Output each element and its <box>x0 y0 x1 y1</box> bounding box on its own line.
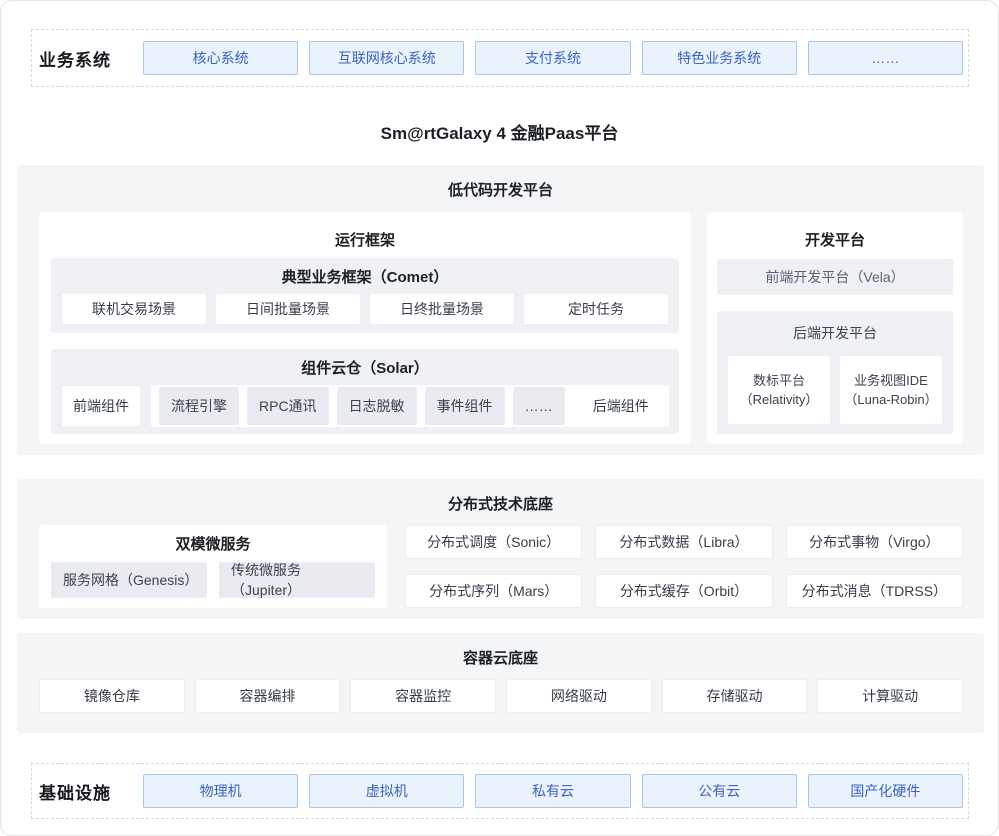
infrastructure-boxes: 物理机 虚拟机 私有云 公有云 国产化硬件 <box>143 774 963 808</box>
comet-card: 日间批量场景 <box>215 293 361 325</box>
backend-card-code: （Luna-Robin） <box>844 390 937 409</box>
backend-card-name: 数标平台 <box>753 371 805 390</box>
back-component-label: 后端组件 <box>573 396 669 416</box>
comet-card: 日终批量场景 <box>369 293 515 325</box>
distributed-services-grid: 分布式调度（Sonic） 分布式数据（Libra） 分布式事物（Virgo） 分… <box>405 525 963 608</box>
container-cards-row: 镜像仓库 容器编排 容器监控 网络驱动 存储驱动 计算驱动 <box>39 679 963 713</box>
comet-framework-title: 典型业务框架（Comet） <box>51 258 679 287</box>
business-system-box: 支付系统 <box>475 41 630 75</box>
distributed-card: 分布式序列（Mars） <box>405 574 582 608</box>
lowcode-section-title: 低代码开发平台 <box>17 165 984 200</box>
container-card: 网络驱动 <box>506 679 652 713</box>
platform-title: Sm@rtGalaxy 4 金融Paas平台 <box>1 119 998 144</box>
comet-framework-panel: 典型业务框架（Comet） 联机交易场景 日间批量场景 日终批量场景 定时任务 <box>51 258 679 333</box>
backend-card-relativity: 数标平台 （Relativity） <box>727 355 831 425</box>
infrastructure-box: 国产化硬件 <box>808 774 963 808</box>
container-card: 容器监控 <box>350 679 496 713</box>
solar-chips-strip: 流程引擎 RPC通讯 日志脱敏 事件组件 …… 后端组件 <box>151 385 669 427</box>
infrastructure-band: 基础设施 物理机 虚拟机 私有云 公有云 国产化硬件 <box>31 763 969 819</box>
comet-card: 定时任务 <box>523 293 669 325</box>
backend-card-code: （Relativity） <box>740 390 819 409</box>
distributed-card: 分布式数据（Libra） <box>595 525 772 559</box>
solar-chip: 日志脱敏 <box>337 387 417 425</box>
distributed-card: 分布式缓存（Orbit） <box>595 574 772 608</box>
comet-card: 联机交易场景 <box>61 293 207 325</box>
dual-mode-microservice-panel: 双模微服务 服务网格（Genesis） 传统微服务（Jupiter） <box>39 525 387 608</box>
infrastructure-box: 物理机 <box>143 774 298 808</box>
container-card: 计算驱动 <box>817 679 963 713</box>
distributed-base-section: 分布式技术底座 双模微服务 服务网格（Genesis） 传统微服务（Jupite… <box>17 479 984 619</box>
backend-platform-panel: 后端开发平台 数标平台 （Relativity） 业务视图IDE （Luna-R… <box>717 311 953 434</box>
infrastructure-box: 虚拟机 <box>309 774 464 808</box>
front-component-card: 前端组件 <box>61 385 141 427</box>
runtime-framework-panel: 运行框架 典型业务框架（Comet） 联机交易场景 日间批量场景 日终批量场景 … <box>39 212 691 444</box>
solar-chip: RPC通讯 <box>247 387 329 425</box>
solar-warehouse-panel: 组件云仓（Solar） 前端组件 流程引擎 RPC通讯 日志脱敏 事件组件 ……… <box>51 349 679 434</box>
vela-frontend-platform-chip: 前端开发平台（Vela） <box>717 259 953 295</box>
dual-mode-chip: 服务网格（Genesis） <box>51 562 207 598</box>
container-cloud-section: 容器云底座 镜像仓库 容器编排 容器监控 网络驱动 存储驱动 计算驱动 <box>17 633 984 733</box>
solar-warehouse-title: 组件云仓（Solar） <box>51 349 679 378</box>
distributed-section-title: 分布式技术底座 <box>17 479 984 514</box>
container-card: 存储驱动 <box>662 679 808 713</box>
container-cloud-title: 容器云底座 <box>17 633 984 668</box>
dev-platform-panel: 开发平台 前端开发平台（Vela） 后端开发平台 数标平台 （Relativit… <box>707 212 963 444</box>
backend-cards-row: 数标平台 （Relativity） 业务视图IDE （Luna-Robin） <box>727 355 943 425</box>
dual-mode-title: 双模微服务 <box>39 525 387 554</box>
comet-cards-row: 联机交易场景 日间批量场景 日终批量场景 定时任务 <box>61 293 669 325</box>
architecture-diagram: 业务系统 核心系统 互联网核心系统 支付系统 特色业务系统 …… Sm@rtGa… <box>0 0 999 836</box>
container-card: 容器编排 <box>195 679 341 713</box>
infrastructure-label: 基础设施 <box>32 779 143 804</box>
backend-card-name: 业务视图IDE <box>854 371 928 390</box>
infrastructure-box: 私有云 <box>475 774 630 808</box>
distributed-card: 分布式事物（Virgo） <box>786 525 963 559</box>
container-card: 镜像仓库 <box>39 679 185 713</box>
dual-mode-chip: 传统微服务（Jupiter） <box>219 562 375 598</box>
distributed-card: 分布式调度（Sonic） <box>405 525 582 559</box>
dual-mode-chips-row: 服务网格（Genesis） 传统微服务（Jupiter） <box>51 562 375 598</box>
business-system-box: 特色业务系统 <box>642 41 797 75</box>
business-systems-band: 业务系统 核心系统 互联网核心系统 支付系统 特色业务系统 …… <box>31 29 969 87</box>
infrastructure-box: 公有云 <box>642 774 797 808</box>
business-system-box: 核心系统 <box>143 41 298 75</box>
business-system-box-ellipsis: …… <box>808 41 963 75</box>
backend-card-luna-robin: 业务视图IDE （Luna-Robin） <box>839 355 943 425</box>
runtime-framework-title: 运行框架 <box>39 212 691 250</box>
business-systems-label: 业务系统 <box>32 46 143 71</box>
solar-components-row: 前端组件 流程引擎 RPC通讯 日志脱敏 事件组件 …… 后端组件 <box>61 385 669 427</box>
lowcode-platform-section: 低代码开发平台 运行框架 典型业务框架（Comet） 联机交易场景 日间批量场景… <box>17 165 984 455</box>
solar-chip: 流程引擎 <box>159 387 239 425</box>
solar-chip: 事件组件 <box>425 387 505 425</box>
distributed-card: 分布式消息（TDRSS） <box>786 574 963 608</box>
business-system-box: 互联网核心系统 <box>309 41 464 75</box>
business-systems-boxes: 核心系统 互联网核心系统 支付系统 特色业务系统 …… <box>143 41 963 75</box>
solar-chip-ellipsis: …… <box>513 387 565 425</box>
dev-platform-title: 开发平台 <box>707 212 963 250</box>
backend-platform-title: 后端开发平台 <box>717 311 953 343</box>
